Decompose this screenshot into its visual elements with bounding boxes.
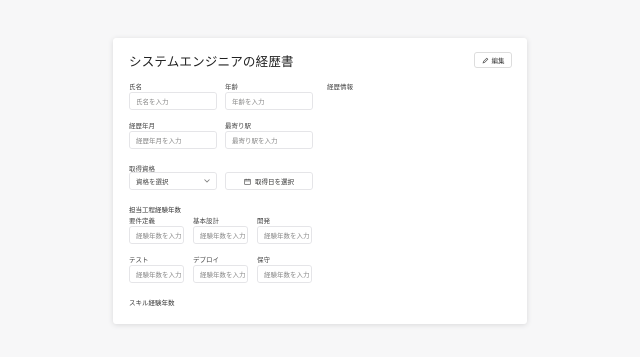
process-input-requirements[interactable]: 経験年数を入力 — [129, 226, 184, 244]
process-input-maintenance[interactable]: 経験年数を入力 — [257, 265, 312, 283]
skill-section-title: スキル経験年数 — [129, 299, 175, 307]
process-label-deploy: デプロイ — [193, 256, 219, 264]
process-label-development: 開発 — [257, 217, 270, 225]
career-info-label: 経歴情報 — [327, 83, 353, 91]
name-label: 氏名 — [129, 83, 142, 91]
process-section-title: 担当工程経験年数 — [129, 206, 181, 214]
process-label-basic-design: 基本設計 — [193, 217, 219, 225]
process-input-development[interactable]: 経験年数を入力 — [257, 226, 312, 244]
edit-button[interactable]: 編集 — [474, 52, 512, 68]
career-years-label: 経歴年月 — [129, 122, 155, 130]
acquisition-date-label: 取得日を選択 — [255, 178, 294, 186]
edit-button-label: 編集 — [491, 57, 505, 65]
chevron-down-icon — [204, 179, 210, 183]
process-label-requirements: 要件定義 — [129, 217, 155, 225]
name-input[interactable]: 氏名を入力 — [129, 92, 217, 110]
resume-card: システムエンジニアの経歴書 編集 氏名 氏名を入力 年齢 年齢を入力 経歴情報 … — [113, 38, 527, 324]
acquisition-date-button[interactable]: 取得日を選択 — [225, 172, 313, 190]
process-input-deploy[interactable]: 経験年数を入力 — [193, 265, 248, 283]
career-years-input[interactable]: 経歴年月を入力 — [129, 131, 217, 149]
qualification-select[interactable]: 資格を選択 — [129, 172, 217, 190]
process-label-maintenance: 保守 — [257, 256, 270, 264]
qualification-select-value: 資格を選択 — [136, 178, 169, 186]
age-input[interactable]: 年齢を入力 — [225, 92, 313, 110]
process-input-test[interactable]: 経験年数を入力 — [129, 265, 184, 283]
process-input-basic-design[interactable]: 経験年数を入力 — [193, 226, 248, 244]
station-input[interactable]: 最寄り駅を入力 — [225, 131, 313, 149]
process-label-test: テスト — [129, 256, 149, 264]
age-label: 年齢 — [225, 83, 238, 91]
page-title: システムエンジニアの経歴書 — [129, 54, 294, 69]
pencil-icon — [482, 57, 488, 63]
calendar-icon — [244, 178, 251, 185]
station-label: 最寄り駅 — [225, 122, 251, 130]
